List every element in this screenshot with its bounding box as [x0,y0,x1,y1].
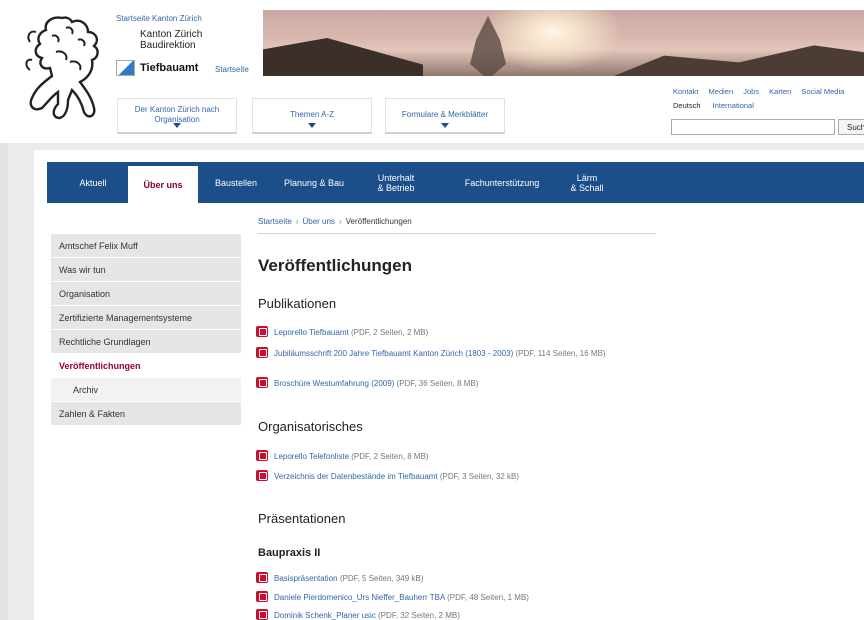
breadcrumb-parent-link[interactable]: Über uns [302,217,334,226]
document-item: Daniele Pierdomenico_Urs Nieffer_Bauherr… [256,591,666,604]
document-meta: (PDF, 114 Seiten, 16 MB) [513,349,606,358]
document-meta: (PDF, 2 Seiten, 8 MB) [349,452,429,461]
nav-item-laerm-schall[interactable]: Lärm & Schall [561,162,613,203]
office-name[interactable]: Tiefbauamt [140,62,198,74]
document-meta: (PDF, 32 Seiten, 2 MB) [375,611,460,620]
nav-item-fachunterstuetzung[interactable]: Fachunterstützung [442,162,562,203]
zurich-lion-logo[interactable] [22,12,104,124]
sidebar-item-was-wir-tun[interactable]: Was wir tun [51,258,241,282]
document-item: Verzeichnis der Datenbestände im Tiefbau… [256,470,666,483]
document-link[interactable]: Verzeichnis der Datenbestände im Tiefbau… [274,472,438,481]
pdf-icon [256,591,268,602]
canton-name: Kanton Zürich [140,29,203,40]
canton-flag-icon [116,60,135,76]
document-meta: (PDF, 48 Seiten, 1 MB) [444,593,529,602]
chevron-down-icon [308,123,316,128]
nav-item-aktuell[interactable]: Aktuell [65,162,121,203]
dropdown-organisation[interactable]: Der Kanton Zürich nach Organisation [117,98,237,134]
nav-item-ueber-uns[interactable]: Über uns [128,166,198,203]
dropdown-label: Der Kanton Zürich nach [134,105,220,114]
directorate-name: Baudirektion [140,40,196,51]
breadcrumb-separator-icon: › [295,217,299,226]
document-meta: (PDF, 2 Seiten, 2 MB) [348,328,429,337]
dropdown-formulare[interactable]: Formulare & Merkblätter [385,98,505,134]
language-switch: Deutsch International [673,101,754,110]
sidebar-item-veroeffentlichungen[interactable]: Veröffentlichungen [51,354,241,378]
header-banner-image [263,10,864,76]
nav-item-planung-bau[interactable]: Planung & Bau [273,162,355,203]
service-link-medien[interactable]: Medien [709,87,734,96]
pdf-icon [256,347,268,358]
document-item: Dominik Schenk_Planer usic (PDF, 32 Seit… [256,609,666,620]
document-meta: (PDF, 3 Seiten, 32 kB) [437,472,520,481]
site-header: Startseite Kanton Zürich Kanton Zürich B… [0,0,864,143]
sidebar-item-rechtliche-grundlagen[interactable]: Rechtliche Grundlagen [51,330,241,354]
service-link-jobs[interactable]: Jobs [743,87,759,96]
pdf-icon [256,326,268,337]
service-link-karten[interactable]: Karten [769,87,791,96]
breadcrumb-home-link[interactable]: Startseite [258,217,292,226]
main-navigation: Aktuell Über uns Baustellen Planung & Ba… [47,162,864,203]
service-link-social-media[interactable]: Social Media [801,87,844,96]
document-link[interactable]: Leporello Tiefbauamt [274,328,349,337]
sidebar-item-managementsysteme[interactable]: Zertifizierte Managementsysteme [51,306,241,330]
nav-item-baustellen[interactable]: Baustellen [207,162,265,203]
section-heading-organisatorisches: Organisatorisches [258,419,363,434]
document-meta: (PDF, 5 Seiten, 349 kB) [337,574,424,583]
divider [258,233,656,234]
document-item: Leporello Telefonliste (PDF, 2 Seiten, 8… [256,450,666,463]
service-links: Kontakt Medien Jobs Karten Social Media [673,87,852,96]
sidebar-item-archiv[interactable]: Archiv [51,378,241,402]
home-kanton-link[interactable]: Startseite Kanton Zürich [116,14,202,23]
page: Startseite Kanton Zürich Kanton Zürich B… [0,0,864,620]
document-item: Broschüre Westumfahrung (2009) (PDF, 36 … [256,377,666,390]
document-meta: (PDF, 36 Seiten, 8 MB) [394,379,479,388]
nav-item-unterhalt-betrieb[interactable]: Unterhalt & Betrieb [365,162,427,203]
document-link[interactable]: Basispräsentation [274,574,338,583]
document-link[interactable]: Dominik Schenk_Planer usic [274,611,376,620]
pdf-icon [256,470,268,481]
search-button[interactable]: Such [838,119,864,135]
subsection-heading-baupraxis: Baupraxis II [258,547,321,559]
document-link[interactable]: Daniele Pierdomenico_Urs Nieffer_Bauherr… [274,593,445,602]
section-heading-praesentationen: Präsentationen [258,511,346,526]
pdf-icon [256,377,268,388]
chevron-down-icon [173,123,181,128]
breadcrumb-separator-icon: › [338,217,342,226]
dropdown-label: Themen A-Z [289,110,334,119]
sidebar-item-organisation[interactable]: Organisation [51,282,241,306]
search-input[interactable] [671,119,835,135]
sidebar-item-amtschef[interactable]: Amtschef Felix Muff [51,234,241,258]
pdf-icon [256,572,268,583]
page-title: Veröffentlichungen [258,256,412,275]
language-international-link[interactable]: International [713,101,754,110]
document-item: Jubiläumsschrift 200 Jahre Tiefbauamt Ka… [256,347,656,360]
pdf-icon [256,450,268,461]
section-heading-publikationen: Publikationen [258,296,337,311]
document-link[interactable]: Broschüre Westumfahrung (2009) [274,379,394,388]
breadcrumb: Startseite › Über uns › Veröffentlichungen [258,217,412,226]
chevron-down-icon [441,123,449,128]
office-home-link[interactable]: Startseite [215,65,249,74]
document-link[interactable]: Jubiläumsschrift 200 Jahre Tiefbauamt Ka… [274,349,513,358]
dropdown-label: Formulare & Merkblätter [401,110,489,119]
language-current: Deutsch [673,101,701,110]
service-link-kontakt[interactable]: Kontakt [673,87,698,96]
breadcrumb-current: Veröffentlichungen [345,217,412,226]
sidebar-menu: Amtschef Felix Muff Was wir tun Organisa… [51,234,241,426]
sidebar-item-zahlen-fakten[interactable]: Zahlen & Fakten [51,402,241,426]
document-item: Leporello Tiefbauamt (PDF, 2 Seiten, 2 M… [256,326,666,339]
dropdown-themen[interactable]: Themen A-Z [252,98,372,134]
document-item: Basispräsentation (PDF, 5 Seiten, 349 kB… [256,572,666,585]
pdf-icon [256,609,268,620]
document-link[interactable]: Leporello Telefonliste [274,452,349,461]
